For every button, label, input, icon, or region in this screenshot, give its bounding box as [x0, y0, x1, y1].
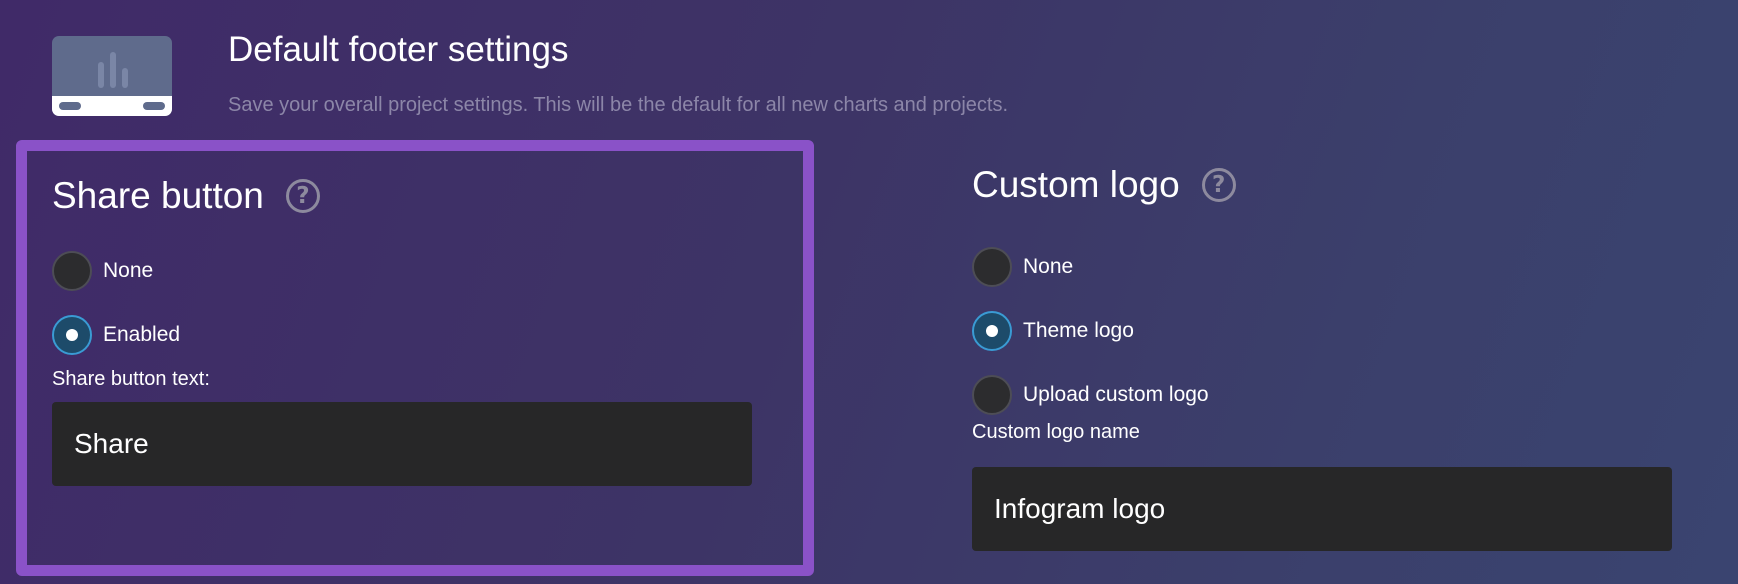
- share-button-text-label: Share button text:: [52, 368, 210, 390]
- logo-option-none[interactable]: None: [972, 247, 1073, 287]
- radio-label: None: [1023, 255, 1074, 278]
- chart-bars: [98, 50, 128, 88]
- radio-share-none[interactable]: [52, 251, 92, 291]
- help-icon[interactable]: ?: [1201, 168, 1236, 202]
- share-button-heading-text: Share button: [52, 175, 264, 216]
- share-button-heading: Share button ?: [52, 173, 320, 219]
- logo-option-upload[interactable]: Upload custom logo: [972, 375, 1209, 415]
- footer-chart-icon: [52, 36, 172, 116]
- radio-logo-theme[interactable]: [972, 311, 1012, 351]
- radio-logo-none[interactable]: [972, 247, 1012, 287]
- radio-label: Upload custom logo: [1023, 383, 1209, 406]
- share-option-enabled[interactable]: Enabled: [52, 315, 180, 355]
- share-button-text-input[interactable]: [52, 402, 752, 486]
- radio-label: Theme logo: [1023, 319, 1134, 342]
- custom-logo-name-label: Custom logo name: [972, 421, 1140, 443]
- footer-strip: [52, 96, 172, 116]
- page-title: Default footer settings: [228, 30, 569, 69]
- custom-logo-name-input[interactable]: [972, 467, 1672, 551]
- share-button-section: Share button ? None Enabled Share button…: [16, 140, 814, 576]
- radio-logo-upload[interactable]: [972, 375, 1012, 415]
- share-option-none[interactable]: None: [52, 251, 153, 291]
- radio-label: Enabled: [103, 323, 181, 346]
- radio-label: None: [103, 259, 154, 282]
- page-subtitle: Save your overall project settings. This…: [228, 94, 1009, 116]
- custom-logo-heading: Custom logo ?: [972, 162, 1236, 208]
- logo-option-theme[interactable]: Theme logo: [972, 311, 1134, 351]
- help-icon[interactable]: ?: [285, 179, 320, 213]
- radio-share-enabled[interactable]: [52, 315, 92, 355]
- custom-logo-heading-text: Custom logo: [972, 164, 1180, 205]
- custom-logo-section: Custom logo ? None Theme logo Upload cus…: [972, 140, 1672, 576]
